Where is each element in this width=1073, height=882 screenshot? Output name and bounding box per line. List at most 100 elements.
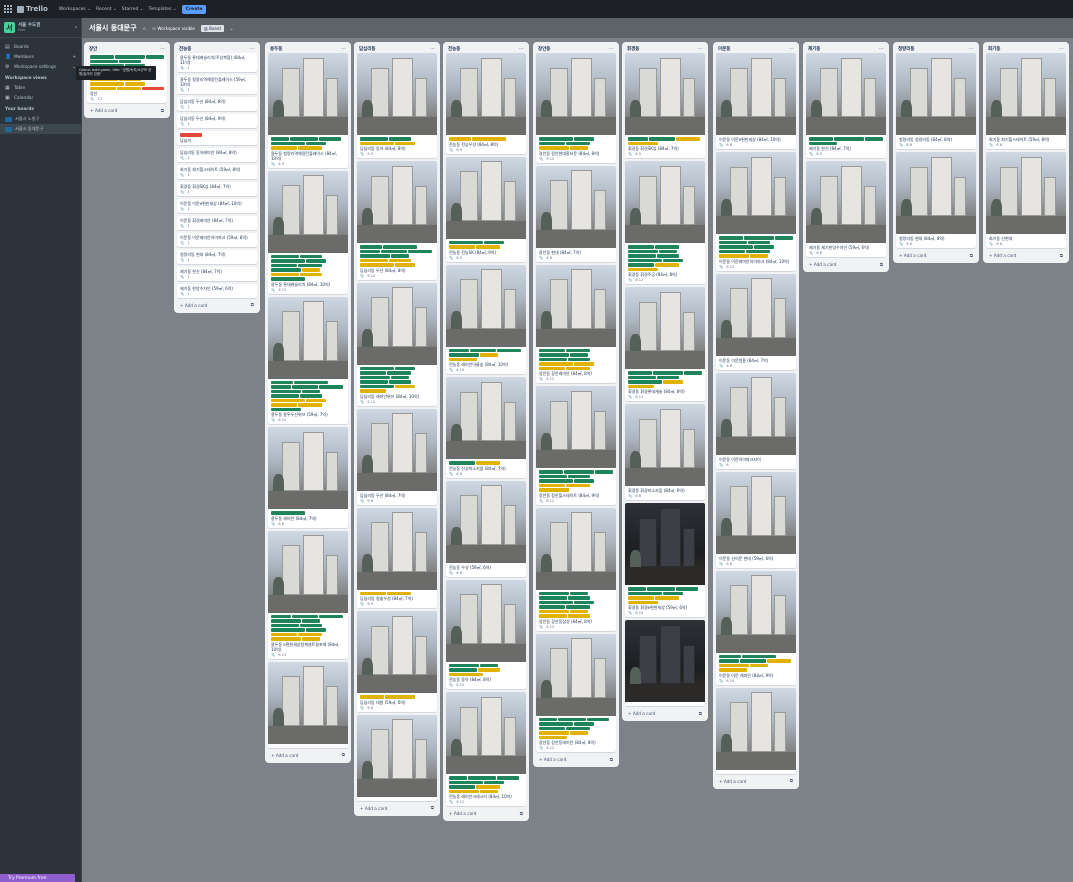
card[interactable]: 용두동 래미안 (84㎡, 7억) 📎 6 8 <box>268 427 348 528</box>
card-label[interactable] <box>539 717 557 721</box>
card-label[interactable] <box>271 146 297 150</box>
card[interactable]: 장안동 장안동래미안 (84㎡, 8억) 📎 6 12 <box>536 633 616 752</box>
card-label[interactable] <box>570 146 588 150</box>
card-label[interactable] <box>539 731 569 735</box>
card-label[interactable] <box>539 735 567 739</box>
card-label[interactable] <box>539 483 565 487</box>
card-label[interactable] <box>628 600 658 604</box>
list-header[interactable]: 전농동 ⋯ <box>446 44 526 53</box>
card-label[interactable] <box>472 137 506 141</box>
card[interactable]: 회기동 신현대 📎 6 8 <box>986 152 1066 248</box>
card[interactable]: 답십리동 대원 (59㎡, 6억) 📎 6 8 <box>357 611 437 712</box>
card[interactable] <box>357 714 437 801</box>
card-label[interactable] <box>319 137 341 141</box>
card-label[interactable] <box>655 263 679 267</box>
card[interactable]: 이문동 이문쌍용 (84㎡, 7억) 📎 6 8 <box>716 273 796 370</box>
card-label[interactable] <box>719 249 745 253</box>
star-icon[interactable]: ☆ <box>143 26 147 31</box>
card[interactable]: 제기동 한신 (84㎡, 7억) 📎 1 <box>177 266 257 281</box>
card[interactable]: 휘경동 휘경롯데캐슬 (84㎡, 8억) 📎 6 11 <box>625 287 705 401</box>
card-label[interactable] <box>566 483 590 487</box>
board-view-button[interactable]: ▥ Board <box>201 24 224 32</box>
list-header[interactable]: 답십리동 ⋯ <box>357 44 437 53</box>
card-label[interactable] <box>360 591 386 595</box>
sidebar-item-members[interactable]: 👤 Members + <box>0 52 81 62</box>
card-label[interactable] <box>125 82 145 86</box>
card-label[interactable] <box>748 240 770 244</box>
card-label[interactable] <box>628 596 654 600</box>
card-label[interactable] <box>649 137 675 141</box>
card-label[interactable] <box>449 780 483 784</box>
card-label[interactable] <box>497 776 519 780</box>
add-card-button[interactable]: + Add a card ⧉ <box>716 777 796 786</box>
card-label[interactable] <box>647 587 675 591</box>
card-label[interactable] <box>306 398 326 402</box>
card-label[interactable] <box>290 137 318 141</box>
card-label[interactable] <box>566 605 590 609</box>
card-label[interactable] <box>663 258 683 262</box>
card-label[interactable] <box>408 249 432 253</box>
card-template-icon[interactable]: ⧉ <box>970 253 973 259</box>
card-label[interactable] <box>574 722 594 726</box>
list-header[interactable]: 전농동 ⋯ <box>177 44 257 53</box>
card-label[interactable] <box>834 137 864 141</box>
card-label[interactable] <box>478 668 500 672</box>
list-header[interactable]: 청량리동 ⋯ <box>896 44 976 53</box>
card-label[interactable] <box>298 146 322 150</box>
card-label[interactable] <box>574 479 594 483</box>
card-label[interactable] <box>117 86 141 90</box>
card-label[interactable] <box>271 254 299 258</box>
sidebar-item-workspace-settings[interactable]: ⚙ Workspace settings ⌄ <box>0 62 81 72</box>
card-label[interactable] <box>119 59 141 63</box>
card-label[interactable] <box>319 385 343 389</box>
card-label[interactable] <box>539 488 569 492</box>
card-label[interactable] <box>271 272 299 276</box>
card-label[interactable] <box>628 371 652 375</box>
card-label[interactable] <box>306 259 326 263</box>
card-label[interactable] <box>360 258 388 262</box>
card-label[interactable] <box>300 272 322 276</box>
nav-starred-button[interactable]: Starred ⌄ <box>122 7 144 12</box>
card-template-icon[interactable]: ⧉ <box>610 757 613 763</box>
card-label[interactable] <box>539 141 565 145</box>
card-label[interactable] <box>628 263 654 267</box>
card-label[interactable] <box>449 357 477 361</box>
card-label[interactable] <box>746 249 770 253</box>
card-label[interactable] <box>271 277 305 281</box>
list-title[interactable]: 청량리동 <box>898 46 915 52</box>
sidebar-item-table[interactable]: ▦ Table <box>0 83 81 93</box>
card-label[interactable] <box>449 785 475 789</box>
add-card-button[interactable]: + Add a card ⧉ <box>357 804 437 813</box>
card-label[interactable] <box>653 371 683 375</box>
list-menu-icon[interactable]: ⋯ <box>609 46 614 52</box>
card-label[interactable] <box>754 245 774 249</box>
card[interactable]: 이문동 이문e편한세상 (84㎡, 10억) 📎 6 8 <box>716 53 796 149</box>
list-menu-icon[interactable]: ⋯ <box>250 46 255 52</box>
card-label[interactable] <box>271 141 305 145</box>
card-label[interactable] <box>470 348 496 352</box>
add-card-button[interactable]: + Add a card ⧉ <box>446 809 526 818</box>
list-title[interactable]: 답십리동 <box>359 46 376 52</box>
card-label[interactable] <box>568 357 590 361</box>
list-header[interactable]: 휘경동 ⋯ <box>625 44 705 53</box>
card-label[interactable] <box>574 362 594 366</box>
card-label[interactable] <box>271 619 301 623</box>
card[interactable]: 휘경동 휘경e편한세상 (59㎡, 6억) 📎 6 10 <box>625 503 705 617</box>
card-label[interactable] <box>719 659 739 663</box>
card-label[interactable] <box>302 637 320 641</box>
card[interactable]: 답십리동 두산 (84㎡, 7억) 📎 6 8 <box>357 408 437 505</box>
card-label[interactable] <box>539 591 569 595</box>
workspace-avatar[interactable]: 서 <box>4 22 15 33</box>
card-label[interactable] <box>271 511 305 515</box>
list-title[interactable]: 장안동 <box>538 46 550 52</box>
card-label[interactable] <box>539 722 573 726</box>
card-label[interactable] <box>271 407 301 411</box>
collapse-sidebar-icon[interactable]: ‹ <box>75 24 77 31</box>
card[interactable]: 답십리동 청솔우성 (84㎡, 7억) 📎 6 9 <box>357 507 437 608</box>
list-header[interactable]: 장안동 ⋯ <box>536 44 616 53</box>
card-label[interactable] <box>574 600 594 604</box>
card-label[interactable] <box>449 353 479 357</box>
list-menu-icon[interactable]: ⋯ <box>879 46 884 52</box>
card-label[interactable] <box>391 254 409 258</box>
card-label[interactable] <box>628 375 656 379</box>
